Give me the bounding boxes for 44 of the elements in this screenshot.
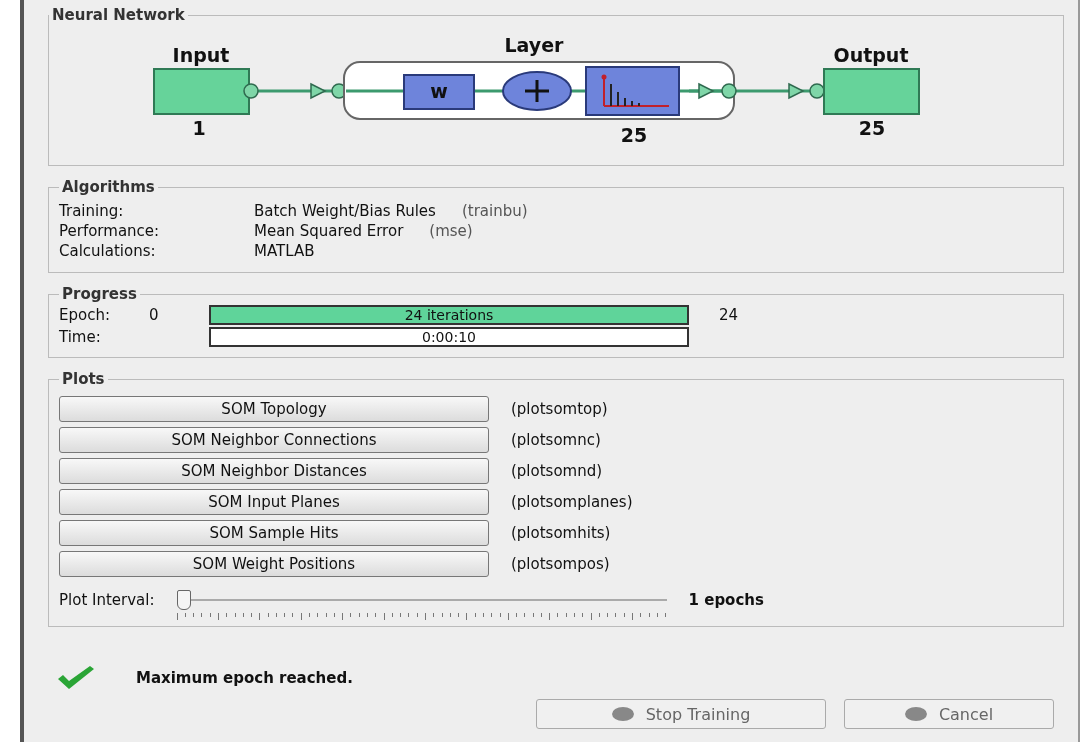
- output-size: 25: [858, 117, 886, 139]
- plot-button[interactable]: SOM Weight Positions: [59, 551, 489, 577]
- function-name: (plotsomplanes): [511, 493, 634, 511]
- layer-label: Layer: [504, 34, 564, 56]
- function-name: (plotsompos): [511, 555, 611, 573]
- function-name: (plotsomnd): [511, 462, 604, 480]
- end-value: 24: [718, 306, 740, 324]
- field-value: Mean Squared Error: [254, 222, 404, 240]
- weight-block: w: [403, 74, 475, 110]
- section-title: Algorithms: [61, 178, 156, 196]
- function-name: (plotsomhits): [511, 524, 612, 542]
- transfer-function-icon: [585, 66, 680, 116]
- function-name: (plotsomtop): [511, 400, 609, 418]
- field-label: Time:: [59, 328, 102, 346]
- check-icon: [56, 665, 96, 691]
- slider-thumb[interactable]: [176, 590, 191, 610]
- plot-button[interactable]: SOM Topology: [59, 396, 489, 422]
- section-title: Progress: [61, 285, 138, 303]
- sum-icon: [502, 71, 572, 111]
- slider-value: 1 epochs: [688, 591, 764, 609]
- field-label: Calculations:: [59, 242, 157, 260]
- field-label: Epoch:: [59, 306, 111, 324]
- progress-bar: 24 iterations: [209, 305, 689, 325]
- field-label: Performance:: [59, 222, 161, 240]
- plot-button[interactable]: SOM Input Planes: [59, 489, 489, 515]
- field-label: Training:: [59, 202, 125, 220]
- field-label: Plot Interval:: [59, 591, 155, 609]
- layer-size: 25: [620, 124, 648, 146]
- input-size: 1: [192, 117, 206, 139]
- function-name: (mse): [429, 222, 473, 240]
- start-value: 0: [149, 306, 160, 324]
- status-message: Maximum epoch reached.: [136, 669, 353, 687]
- field-value: MATLAB: [254, 242, 315, 260]
- plot-button[interactable]: SOM Neighbor Connections: [59, 427, 489, 453]
- function-name: (plotsomnc): [511, 431, 602, 449]
- output-label: Output: [833, 44, 909, 66]
- section-title: Neural Network: [51, 6, 186, 24]
- input-label: Input: [172, 44, 230, 66]
- plot-button[interactable]: SOM Neighbor Distances: [59, 458, 489, 484]
- section-title: Plots: [61, 370, 106, 388]
- field-value: Batch Weight/Bias Rules: [254, 202, 436, 220]
- plot-button[interactable]: SOM Sample Hits: [59, 520, 489, 546]
- function-name: (trainbu): [461, 202, 528, 220]
- elapsed-time-display: 0:00:10: [209, 327, 689, 347]
